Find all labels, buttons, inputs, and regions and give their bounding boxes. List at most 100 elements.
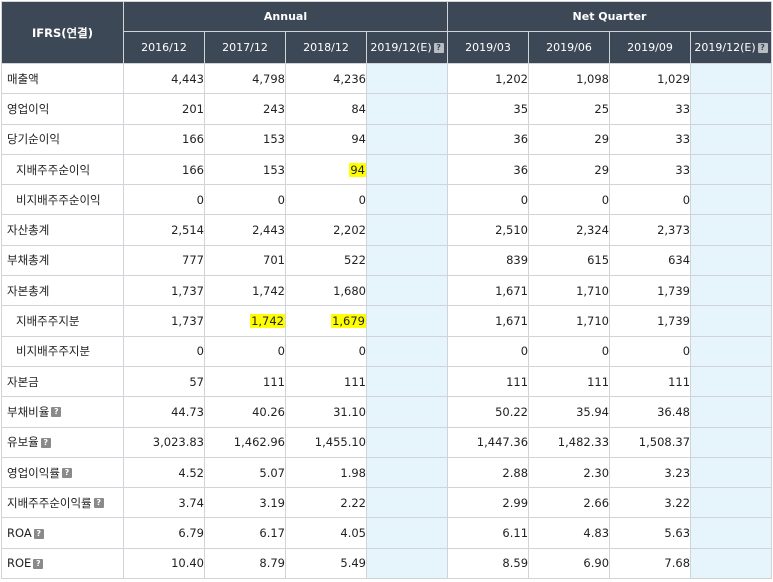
value-cell: 1,742: [204, 275, 286, 307]
cell-value: 5.49: [340, 556, 366, 571]
value-cell: 0: [528, 184, 611, 216]
cell-value: 1.98: [340, 465, 366, 480]
value-cell: 84: [285, 93, 367, 125]
estimate-cell: [690, 335, 773, 367]
value-cell: 35: [447, 93, 530, 125]
cell-value: 111: [344, 374, 366, 389]
cell-value: 1,202: [495, 71, 529, 86]
question-mark-icon[interactable]: ?: [40, 437, 51, 448]
cell-value: 25: [594, 101, 610, 116]
estimate-cell: [365, 93, 449, 125]
value-cell: 1,680: [285, 275, 367, 307]
cell-value: 50.22: [495, 404, 529, 419]
value-cell: 201: [123, 93, 205, 125]
question-mark-icon[interactable]: ?: [757, 43, 768, 53]
annual-header: Annual: [122, 1, 449, 32]
cell-value: 153: [263, 132, 285, 147]
table-row: 유보율? 3,023.83 1,462.96 1,455.10 1,447.36 1,48…: [1, 426, 773, 458]
value-cell: 839: [447, 244, 530, 277]
estimate-cell: [690, 517, 773, 549]
cell-value: 4,798: [252, 71, 285, 86]
value-cell: 33: [609, 153, 692, 186]
value-cell: 29: [528, 123, 611, 155]
row-label: 영업이익: [7, 101, 50, 116]
question-mark-icon[interactable]: ?: [33, 528, 44, 539]
row-label: 지배주주지분: [16, 314, 80, 329]
estimate-cell: [690, 123, 773, 155]
value-cell: 1.98: [285, 456, 367, 489]
cell-value: 2,514: [171, 223, 204, 238]
annual-period-header: 2018/12: [285, 31, 367, 64]
cell-value: 1,455.10: [314, 435, 366, 450]
cell-value: 6.79: [178, 526, 204, 541]
value-cell: 4,443: [123, 62, 205, 95]
value-cell: 8.79: [204, 547, 286, 580]
cell-value: 84: [351, 101, 366, 116]
value-cell: 0: [123, 184, 205, 216]
row-label: 비지배주주순이익: [16, 192, 101, 207]
value-cell: 111: [204, 365, 286, 398]
net-quarter-header: Net Quarter: [447, 1, 773, 32]
period-label: 2016/12: [141, 41, 187, 54]
question-mark-icon[interactable]: ?: [433, 43, 444, 53]
cell-value: 1,739: [657, 283, 691, 298]
cell-value: 8.79: [259, 556, 285, 571]
row-label: 자산총계: [7, 223, 50, 238]
cell-value: 111: [587, 374, 610, 389]
cell-value: 243: [263, 101, 285, 116]
cell-value: 7.68: [664, 556, 691, 571]
row-label-cell: ROE?: [1, 547, 124, 580]
estimate-cell: [365, 487, 449, 519]
table-row: 부채총계 777 701 522 839 615 634: [1, 244, 773, 277]
value-cell: 0: [285, 335, 367, 367]
value-cell: 3.74: [123, 487, 205, 519]
value-cell: 0: [204, 335, 286, 367]
value-cell: 1,462.96: [204, 426, 286, 458]
estimate-cell: [365, 123, 449, 155]
value-cell: 777: [123, 244, 205, 277]
value-cell: 94: [285, 123, 367, 155]
estimate-cell: [690, 62, 773, 95]
cell-value: 31.10: [333, 404, 366, 419]
value-cell: 111: [609, 365, 692, 398]
cell-value: 6.11: [502, 526, 529, 541]
question-mark-icon[interactable]: ?: [51, 407, 62, 418]
table-row: 영업이익률? 4.52 5.07 1.98 2.88 2.30 3.23: [1, 456, 773, 489]
value-cell: 634: [609, 244, 692, 277]
row-label-cell: 유보율?: [1, 426, 124, 458]
cell-value: 1,671: [495, 283, 529, 298]
table-row: ROA? 6.79 6.17 4.05 6.11 4.83 5.63: [1, 517, 773, 549]
table-row: 자산총계 2,514 2,443 2,202 2,510 2,324 2,373: [1, 214, 773, 246]
value-cell: 0: [285, 184, 367, 216]
cell-value: 701: [263, 253, 285, 268]
value-cell: 3.22: [609, 487, 692, 519]
cell-value: 166: [182, 132, 204, 147]
row-label-cell: 자본총계: [1, 275, 124, 307]
table-row: 당기순이익 166 153 94 36 29 33: [1, 123, 773, 155]
value-cell: 44.73: [123, 396, 205, 428]
estimate-cell: [690, 244, 773, 277]
question-mark-icon[interactable]: ?: [33, 558, 44, 569]
cell-value: 1,447.36: [476, 435, 529, 450]
cell-value: 1,508.37: [638, 435, 691, 450]
cell-value: 94: [349, 162, 366, 177]
question-mark-icon[interactable]: ?: [61, 468, 72, 478]
cell-value: 6.17: [259, 526, 285, 541]
cell-value: 33: [675, 101, 691, 116]
row-label: 비지배주주지분: [16, 344, 91, 359]
cell-value: 166: [182, 162, 204, 177]
row-label-cell: 부채총계: [1, 244, 124, 277]
cell-value: 634: [668, 253, 691, 268]
cell-value: 10.40: [171, 556, 204, 571]
estimate-cell: [690, 214, 773, 246]
question-mark-icon[interactable]: ?: [93, 498, 104, 509]
value-cell: 5.49: [285, 547, 367, 580]
value-cell: 36: [447, 153, 530, 186]
value-cell: 1,482.33: [528, 426, 611, 458]
cell-value: 0: [277, 344, 285, 359]
value-cell: 111: [285, 365, 367, 398]
estimate-cell: [365, 335, 449, 367]
value-cell: 2,324: [528, 214, 611, 246]
row-label: 매출액: [7, 71, 39, 86]
value-cell: 0: [447, 335, 530, 367]
